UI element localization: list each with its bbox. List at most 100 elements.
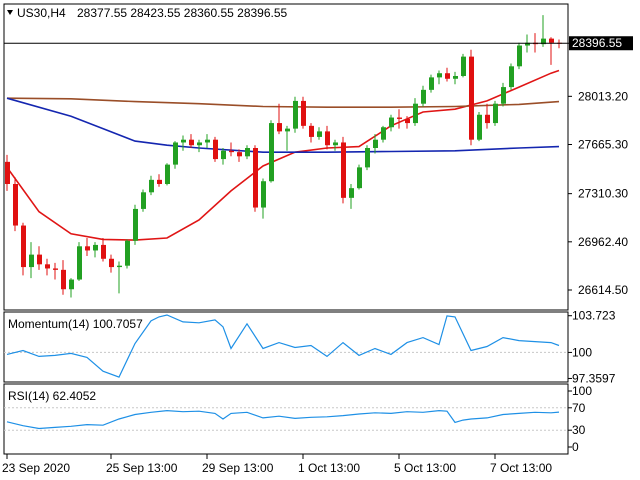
candle-body bbox=[45, 264, 50, 269]
price-tick-label: 26962.40 bbox=[578, 235, 628, 249]
candle-body bbox=[141, 192, 146, 209]
candle-body bbox=[325, 131, 330, 146]
candle bbox=[357, 164, 362, 190]
axis-tick-label: 70 bbox=[572, 401, 586, 415]
candle-body bbox=[413, 103, 418, 124]
candle-body bbox=[309, 125, 314, 137]
chart-header: US30,H4 28377.55 28423.55 28360.55 28396… bbox=[7, 6, 288, 20]
candle-body bbox=[509, 66, 514, 88]
candle-body bbox=[469, 56, 474, 140]
candle-body bbox=[421, 89, 426, 104]
candle bbox=[141, 189, 146, 212]
candle-body bbox=[29, 254, 34, 268]
candle-body bbox=[429, 77, 434, 90]
current-price-tag: 28396.55 bbox=[569, 36, 633, 51]
candle bbox=[253, 145, 258, 212]
candle bbox=[77, 242, 82, 281]
candle-body bbox=[445, 73, 450, 79]
candle-body bbox=[61, 269, 66, 290]
candle-body bbox=[501, 87, 506, 104]
candle-body bbox=[117, 265, 122, 268]
candle-body bbox=[485, 114, 490, 124]
candle-body bbox=[293, 100, 298, 129]
rsi-title: RSI(14) 62.4052 bbox=[8, 389, 96, 403]
candle-body bbox=[437, 73, 442, 78]
candle-body bbox=[229, 150, 234, 153]
candle-body bbox=[189, 139, 194, 146]
candle-body bbox=[405, 118, 410, 124]
time-tick-label: 29 Sep 13:00 bbox=[202, 461, 274, 475]
candle bbox=[173, 141, 178, 169]
candle-body bbox=[21, 225, 26, 268]
candle-body bbox=[277, 123, 282, 132]
candle bbox=[133, 204, 138, 245]
candle-body bbox=[357, 167, 362, 189]
candle-body bbox=[317, 131, 322, 137]
candle-body bbox=[93, 244, 98, 251]
candle-body bbox=[149, 179, 154, 193]
price-tick-label: 26614.50 bbox=[578, 283, 628, 297]
candle-body bbox=[453, 76, 458, 79]
candle bbox=[509, 63, 514, 90]
candle bbox=[341, 136, 346, 204]
price-tick-label: 27310.30 bbox=[578, 187, 628, 201]
candle bbox=[165, 163, 170, 186]
momentum-title: Momentum(14) 100.7057 bbox=[8, 317, 143, 331]
candle bbox=[13, 177, 18, 232]
candle bbox=[493, 100, 498, 126]
candle-body bbox=[133, 208, 138, 241]
candle-body bbox=[477, 114, 482, 140]
candle bbox=[301, 96, 306, 129]
candle-body bbox=[397, 117, 402, 119]
time-tick-label: 1 Oct 13:00 bbox=[298, 461, 360, 475]
time-tick-label: 5 Oct 13:00 bbox=[394, 461, 456, 475]
candle-body bbox=[181, 139, 186, 143]
candle-body bbox=[493, 103, 498, 124]
candle-body bbox=[165, 164, 170, 184]
candle-body bbox=[269, 123, 274, 182]
candle-body bbox=[373, 139, 378, 148]
candle bbox=[365, 145, 370, 171]
candle-body bbox=[77, 246, 82, 280]
axis-tick-label: 30 bbox=[572, 423, 586, 437]
time-tick-label: 25 Sep 13:00 bbox=[106, 461, 178, 475]
candle-body bbox=[221, 150, 226, 160]
candle-body bbox=[85, 246, 90, 251]
candle-body bbox=[173, 142, 178, 165]
axis-tick-label: 0 bbox=[572, 440, 579, 454]
candle bbox=[517, 42, 522, 70]
candle-body bbox=[517, 45, 522, 67]
time-tick-label: 7 Oct 13:00 bbox=[490, 461, 552, 475]
candle-body bbox=[549, 38, 554, 43]
symbol-label: US30,H4 bbox=[17, 6, 66, 20]
axis-tick-label: 100 bbox=[572, 384, 592, 398]
candle-body bbox=[261, 181, 266, 208]
axis-tick-label: 103.723 bbox=[572, 309, 616, 323]
axis-tick-label: 100 bbox=[572, 345, 592, 359]
candle-body bbox=[13, 184, 18, 226]
candle-body bbox=[237, 152, 242, 157]
candle-body bbox=[205, 139, 210, 143]
candle-body bbox=[341, 142, 346, 198]
price-tick-label: 27665.30 bbox=[578, 137, 628, 151]
candle-body bbox=[213, 139, 218, 160]
candle bbox=[477, 112, 482, 142]
candle bbox=[213, 136, 218, 162]
candle-body bbox=[37, 254, 42, 265]
candle-body bbox=[365, 148, 370, 168]
trading-chart[interactable]: 28013.20 27665.30 27310.30 26962.40 26614.50… bbox=[0, 0, 640, 480]
candle-body bbox=[5, 161, 10, 184]
time-tick-label: 23 Sep 2020 bbox=[2, 461, 70, 475]
candle bbox=[293, 96, 298, 133]
candle bbox=[269, 120, 274, 183]
candle-body bbox=[101, 244, 106, 259]
candle-body bbox=[389, 117, 394, 128]
candle-body bbox=[245, 148, 250, 157]
ohlc-values: 28377.55 28423.55 28360.55 28396.55 bbox=[77, 6, 288, 20]
candle-body bbox=[301, 100, 306, 126]
candle-body bbox=[461, 56, 466, 76]
candle-body bbox=[253, 148, 258, 208]
candle-body bbox=[157, 179, 162, 184]
candle-body bbox=[69, 279, 74, 290]
candle-body bbox=[125, 240, 130, 266]
